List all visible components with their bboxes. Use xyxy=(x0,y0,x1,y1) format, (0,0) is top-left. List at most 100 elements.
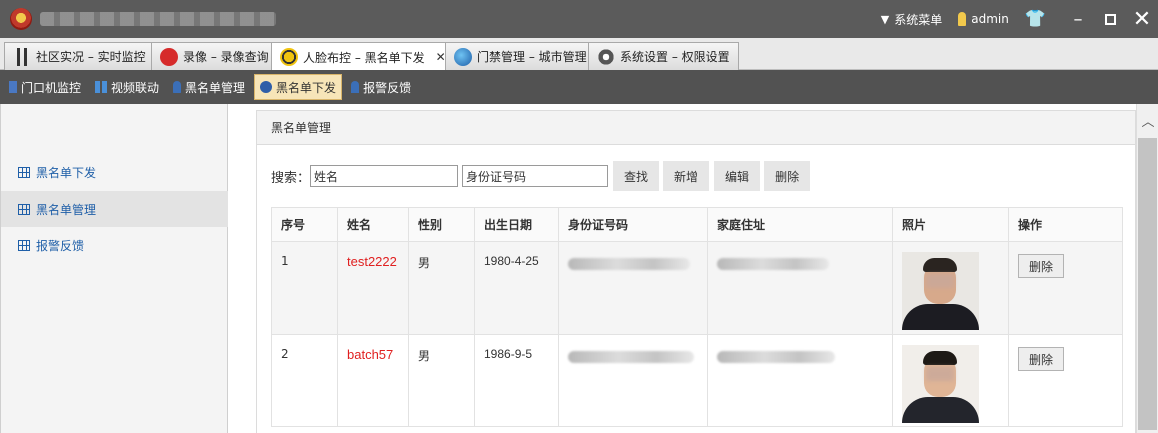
cell-name: test2222 xyxy=(337,241,409,335)
subnav-alarm-feedback[interactable]: 报警反馈 xyxy=(346,74,416,100)
search-bar: 搜索： 查找 新增 编辑 删除 xyxy=(271,161,811,191)
subnav-door-monitor[interactable]: 门口机监控 xyxy=(4,74,86,100)
tab-label: 门禁管理 – 城市管理 xyxy=(477,50,587,64)
column-header: 照片 xyxy=(892,207,1009,242)
skin-button[interactable]: 👕 xyxy=(1025,9,1046,29)
camera-pole-icon xyxy=(13,47,31,66)
table-row: 2 batch57 男 1986-9-5 删除 xyxy=(271,334,1123,427)
caret-down-icon: ▼ xyxy=(880,12,890,26)
system-menu-label: 系统菜单 xyxy=(894,12,943,27)
cell-no: 1 xyxy=(271,241,338,335)
subnav-video-link[interactable]: 视频联动 xyxy=(90,74,164,100)
cell-action: 删除 xyxy=(1008,334,1123,427)
tab-label: 人脸布控 – 黑名单下发 xyxy=(303,50,425,65)
delete-button[interactable]: 删除 xyxy=(764,161,811,191)
tab-system-settings[interactable]: 系统设置 – 权限设置 xyxy=(588,42,739,70)
redacted-address xyxy=(717,351,835,363)
panel-title: 黑名单管理 xyxy=(257,111,1135,145)
record-icon xyxy=(160,47,178,66)
redacted-id xyxy=(568,351,694,363)
sidebar-item-label: 报警反馈 xyxy=(36,238,85,253)
cell-gender: 男 xyxy=(408,334,475,427)
sidebar-item-alarm-feedback[interactable]: 报警反馈 xyxy=(1,227,228,263)
column-header: 序号 xyxy=(271,207,338,242)
cell-dob: 1986-9-5 xyxy=(474,334,559,427)
column-header: 身份证号码 xyxy=(558,207,708,242)
gear-icon xyxy=(597,47,615,66)
minimize-icon: – xyxy=(1073,8,1083,30)
column-header: 性别 xyxy=(408,207,475,242)
column-header: 家庭住址 xyxy=(707,207,893,242)
redacted-id xyxy=(568,258,690,270)
person-icon xyxy=(173,81,182,93)
issue-icon xyxy=(260,81,273,93)
maximize-icon xyxy=(1104,13,1116,25)
subnav-label: 黑名单管理 xyxy=(185,80,246,95)
subnav-label: 报警反馈 xyxy=(363,80,412,95)
tab-community-live[interactable]: 社区实况 – 实时监控 xyxy=(4,42,155,70)
grid-icon xyxy=(18,239,30,251)
user-menu[interactable]: admin xyxy=(958,12,1009,26)
door-icon xyxy=(9,81,17,93)
close-window-button[interactable]: ✕ xyxy=(1126,0,1158,38)
name-search-input[interactable] xyxy=(310,165,459,187)
left-sidebar: 黑名单下发 黑名单管理 报警反馈 xyxy=(0,104,228,433)
row-delete-button[interactable]: 删除 xyxy=(1018,347,1064,371)
police-badge-icon xyxy=(10,8,32,30)
system-menu-button[interactable]: ▼ 系统菜单 xyxy=(881,11,942,28)
column-header: 出生日期 xyxy=(474,207,559,242)
cell-id-number xyxy=(558,241,708,335)
tab-label: 社区实况 – 实时监控 xyxy=(36,50,146,64)
user-icon xyxy=(958,12,967,26)
blacklist-panel: 黑名单管理 搜索： 查找 新增 编辑 删除 序号 姓名 性别 出生日期 身份证号… xyxy=(256,110,1136,433)
row-delete-button[interactable]: 删除 xyxy=(1018,254,1064,278)
maximize-button[interactable] xyxy=(1094,0,1126,38)
title-bar: ▼ 系统菜单 admin 👕 – ✕ xyxy=(0,0,1158,38)
minimize-button[interactable]: – xyxy=(1062,0,1094,38)
table-header-row: 序号 姓名 性别 出生日期 身份证号码 家庭住址 照片 操作 xyxy=(271,207,1123,242)
tab-face-control[interactable]: 人脸布控 – 黑名单下发 ✕ xyxy=(271,42,455,71)
cell-dob: 1980-4-25 xyxy=(474,241,559,335)
column-header: 姓名 xyxy=(337,207,409,242)
blurred-app-title xyxy=(40,12,276,26)
cell-address xyxy=(707,334,893,427)
person-photo xyxy=(902,252,979,330)
username-label: admin xyxy=(971,12,1009,26)
subnav-blacklist-manage[interactable]: 黑名单管理 xyxy=(168,74,250,100)
vertical-scrollbar[interactable]: ︿ xyxy=(1136,104,1158,433)
tab-recording[interactable]: 录像 – 录像查询 xyxy=(151,42,278,70)
find-button[interactable]: 查找 xyxy=(613,161,660,191)
cell-action: 删除 xyxy=(1008,241,1123,335)
blacklist-table: 序号 姓名 性别 出生日期 身份证号码 家庭住址 照片 操作 1 test222… xyxy=(271,207,1123,427)
tab-label: 录像 – 录像查询 xyxy=(183,50,269,64)
sidebar-item-blacklist-issue[interactable]: 黑名单下发 xyxy=(1,154,228,190)
id-search-input[interactable] xyxy=(462,165,609,187)
column-header: 操作 xyxy=(1008,207,1123,242)
cell-address xyxy=(707,241,893,335)
subnav-blacklist-issue[interactable]: 黑名单下发 xyxy=(254,74,343,100)
cell-no: 2 xyxy=(271,334,338,427)
sidebar-item-label: 黑名单管理 xyxy=(36,202,97,217)
cell-id-number xyxy=(558,334,708,427)
scrollbar-thumb[interactable] xyxy=(1138,138,1157,430)
scroll-up-icon[interactable]: ︿ xyxy=(1137,104,1158,136)
cell-photo xyxy=(892,334,1009,427)
face-control-icon xyxy=(280,48,298,66)
search-label: 搜索： xyxy=(271,170,311,186)
globe-icon xyxy=(454,47,472,66)
main-content: 黑名单管理 搜索： 查找 新增 编辑 删除 序号 姓名 性别 出生日期 身份证号… xyxy=(228,104,1136,433)
edit-button[interactable]: 编辑 xyxy=(714,161,761,191)
grid-icon xyxy=(18,203,30,215)
add-button[interactable]: 新增 xyxy=(663,161,710,191)
cell-gender: 男 xyxy=(408,241,475,335)
cell-photo xyxy=(892,241,1009,335)
subnav-label: 门口机监控 xyxy=(21,80,82,95)
sidebar-item-label: 黑名单下发 xyxy=(36,165,97,180)
tab-access-control[interactable]: 门禁管理 – 城市管理 xyxy=(445,42,596,70)
sub-navigation: 门口机监控 视频联动 黑名单管理 黑名单下发 报警反馈 xyxy=(0,70,1158,104)
person-photo xyxy=(902,345,979,423)
sidebar-item-blacklist-manage[interactable]: 黑名单管理 xyxy=(1,191,228,227)
redacted-address xyxy=(717,258,829,270)
shirt-icon: 👕 xyxy=(1024,9,1046,29)
tab-bar: 社区实况 – 实时监控 录像 – 录像查询 人脸布控 – 黑名单下发 ✕ 门禁管… xyxy=(0,38,1158,71)
